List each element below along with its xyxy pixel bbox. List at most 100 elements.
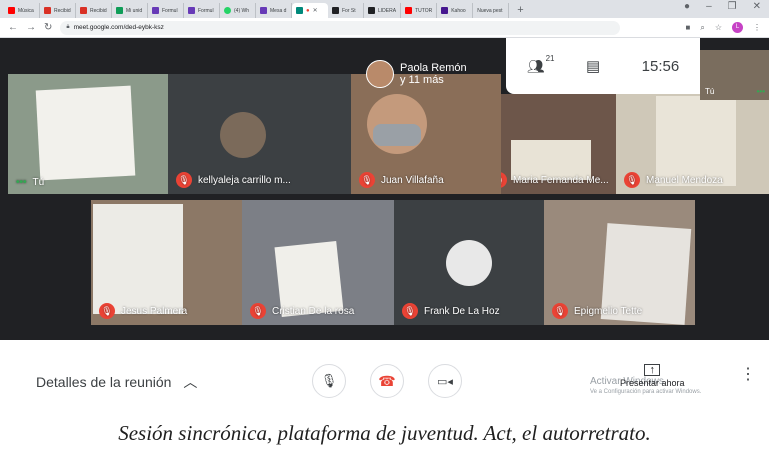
tab-label: Mesa d	[270, 7, 287, 14]
url-text: meet.google.com/ded-eybk-ksz	[73, 24, 164, 31]
chevron-up-icon: ︿	[183, 374, 198, 390]
screenshot-root: Música Recibid Recibid Mi unid Formul Fo…	[0, 0, 769, 449]
mic-off-icon: 🎙︎	[99, 303, 115, 319]
more-dots-icon: •••	[16, 177, 27, 188]
participant-tile[interactable]: 🎙︎ Juan Villafaña	[351, 74, 501, 194]
meeting-details-button[interactable]: Detalles de la reunión ︿	[36, 372, 197, 392]
browser-tab[interactable]: Formul	[184, 3, 220, 18]
participant-tile[interactable]: 🎙︎ Manuel Mendoza	[616, 94, 769, 194]
tile-name: 🎙︎ Frank De La Hoz	[402, 303, 500, 319]
more-dots-icon[interactable]: •••	[757, 87, 765, 96]
tile-name-text: Epigmelio Tette	[574, 305, 643, 317]
browser-tab[interactable]: Mesa d	[256, 3, 292, 18]
leave-call-button[interactable]: ☎︎	[370, 364, 404, 398]
browser-tab[interactable]: Recibid	[40, 3, 76, 18]
participant-tile[interactable]: ••• Tú	[8, 74, 168, 194]
tile-name: 🎙︎ Epigmelio Tette	[552, 303, 642, 319]
tab-label: Formul	[198, 7, 214, 14]
browser-tab[interactable]: Mi unid	[112, 3, 148, 18]
face-mask	[373, 124, 421, 146]
browser-tab[interactable]: Kahoo	[437, 3, 474, 18]
participant-tile[interactable]: 🎙︎ kellyaleja carrillo m...	[168, 74, 351, 194]
browser-tab[interactable]: Nueva pest	[473, 3, 510, 18]
camera-permission-icon[interactable]: ■	[686, 23, 691, 32]
people-button[interactable]: 👥︎ 21	[527, 54, 555, 75]
meeting-details-label: Detalles de la reunión	[36, 374, 172, 390]
profile-avatar[interactable]: L	[732, 22, 743, 33]
present-now-label: Presentar ahora	[620, 378, 685, 388]
participant-tile[interactable]: 🎙︎ Maria Fernanda Me...	[501, 94, 616, 194]
meet-stage: ••• Tú 🎙︎ kellyaleja carrillo m... 🎙︎ Juan …	[0, 38, 769, 340]
present-now-button[interactable]: ↑ Presentar ahora	[620, 364, 685, 388]
mic-off-icon: 🎙︎	[176, 172, 192, 188]
new-tab-button[interactable]: +	[509, 3, 531, 18]
presenter-avatar	[366, 60, 394, 88]
microphone-icon: 🎙︎	[320, 373, 338, 388]
participant-tile[interactable]: 🎙︎ Cristian De la rosa	[242, 200, 394, 325]
minimize-icon[interactable]: –	[706, 1, 712, 12]
more-options-icon[interactable]: ⋮	[740, 367, 756, 383]
browser-tab[interactable]: (4) Wh	[220, 3, 256, 18]
browser-menu-icon[interactable]: ⋮	[753, 23, 761, 32]
mic-off-icon: 🎙︎	[624, 172, 640, 188]
browser-tab[interactable]: Música	[4, 3, 40, 18]
bookmark-star-icon[interactable]: ☆	[715, 23, 722, 32]
chat-icon[interactable]: ▤	[586, 57, 600, 75]
drawing-paper	[35, 85, 136, 181]
tab-label: Formul	[162, 7, 178, 14]
mic-off-icon: 🎙︎	[250, 303, 266, 319]
meeting-top-bar: 👥︎ 21 ▤ 15:56	[506, 38, 700, 94]
presenter-name: Paola Remón	[400, 62, 467, 74]
close-window-icon[interactable]: ✕	[753, 1, 761, 12]
presenter-more: y 11 más	[400, 74, 444, 86]
tile-name-text: Maria Fernanda Me...	[513, 174, 609, 186]
camera-icon: ▭◂	[437, 375, 453, 388]
participant-tile[interactable]: 🎙︎ Epigmelio Tette	[544, 200, 695, 325]
tile-name-text: Tú	[32, 177, 45, 188]
zoom-icon[interactable]: ⌕	[700, 23, 704, 33]
tab-label: LIDERA	[378, 7, 397, 14]
mic-off-icon: 🎙︎	[402, 303, 418, 319]
self-view-tile[interactable]: Tú •••	[700, 50, 769, 100]
close-tab-icon[interactable]: ✕	[313, 7, 318, 14]
figure-caption: Sesión sincrónica, plataforma de juventu…	[118, 421, 651, 445]
tile-name-text: Jesus Palmera	[121, 305, 188, 317]
participant-tile[interactable]: 🎙︎ Frank De La Hoz	[394, 200, 544, 325]
tile-name: 🎙︎ Maria Fernanda Me...	[501, 172, 609, 188]
participant-avatar	[446, 240, 492, 286]
browser-tab[interactable]: TUTOR	[401, 3, 438, 18]
extension-icon[interactable]: ●	[684, 1, 690, 12]
mic-toggle-button[interactable]: 🎙︎	[312, 364, 346, 398]
browser-tab[interactable]: For St	[328, 3, 364, 18]
forms-favicon-icon	[188, 7, 195, 14]
page-favicon-icon	[332, 7, 339, 14]
meeting-clock: 15:56	[641, 57, 680, 75]
browser-tab[interactable]: Formul	[148, 3, 184, 18]
participant-tile[interactable]: 🎙︎ Jesus Palmera	[91, 200, 242, 325]
tile-name: 🎙︎ Manuel Mendoza	[624, 172, 723, 188]
tile-name-text: Manuel Mendoza	[646, 174, 723, 186]
present-screen-icon: ↑	[644, 364, 661, 376]
back-arrow-icon[interactable]: ←	[8, 22, 18, 33]
browser-tab[interactable]: LIDERA	[364, 3, 402, 18]
self-label: Tú	[705, 87, 715, 96]
window-controls: ● – ❐ ✕	[684, 1, 761, 12]
tab-label: Nueva pest	[477, 7, 503, 14]
address-row: ← → ↻ 🔒︎ meet.google.com/ded-eybk-ksz ■ …	[0, 18, 769, 38]
tile-name-text: kellyaleja carrillo m...	[198, 174, 291, 186]
forward-arrow-icon[interactable]: →	[26, 22, 36, 33]
mic-off-icon: 🎙︎	[552, 303, 568, 319]
gmail-favicon-icon	[80, 7, 87, 14]
hang-up-icon: ☎︎	[378, 372, 396, 389]
camera-toggle-button[interactable]: ▭◂	[428, 364, 462, 398]
reload-icon[interactable]: ↻	[44, 22, 52, 33]
browser-tab-active[interactable]: ● ✕	[292, 3, 328, 18]
tab-label: Recibid	[54, 7, 71, 14]
browser-tab[interactable]: Recibid	[76, 3, 112, 18]
restore-icon[interactable]: ❐	[728, 1, 737, 12]
lock-icon: 🔒︎	[66, 24, 70, 30]
url-bar[interactable]: 🔒︎ meet.google.com/ded-eybk-ksz	[60, 20, 621, 35]
mic-off-icon: 🎙︎	[359, 172, 375, 188]
forms-favicon-icon	[152, 7, 159, 14]
meet-favicon-icon	[296, 7, 303, 14]
